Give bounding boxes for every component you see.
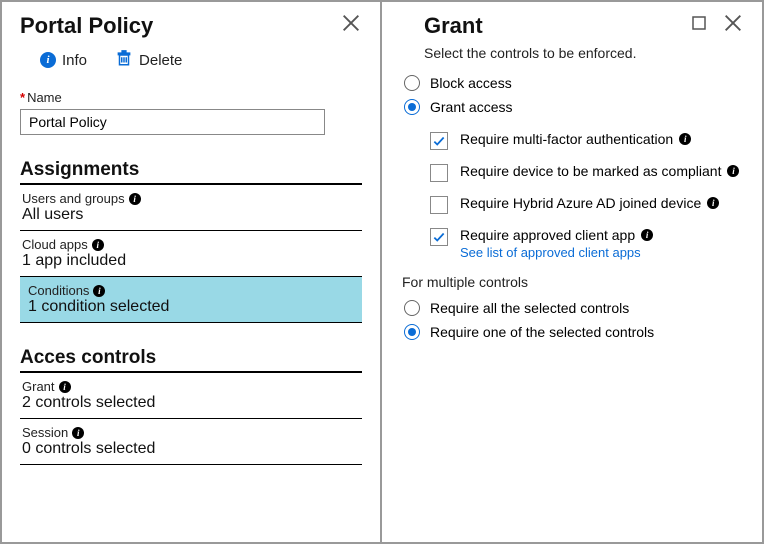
require-all-label: Require all the selected controls: [430, 300, 629, 316]
require-hybrid-checkbox[interactable]: [430, 196, 448, 214]
users-groups-item[interactable]: Users and groups i All users: [20, 185, 362, 231]
require-approved-checkbox[interactable]: [430, 228, 448, 246]
require-mfa-checkbox[interactable]: [430, 132, 448, 150]
info-icon[interactable]: i: [93, 285, 105, 297]
require-hybrid-label: Require Hybrid Azure AD joined device: [460, 195, 701, 211]
info-icon[interactable]: i: [59, 381, 71, 393]
radio-icon: [404, 300, 420, 316]
close-icon[interactable]: [340, 12, 362, 39]
radio-icon: [404, 324, 420, 340]
cloud-apps-item[interactable]: Cloud apps i 1 app included: [20, 231, 362, 277]
info-icon[interactable]: i: [641, 229, 653, 241]
cloud-apps-value: 1 app included: [22, 252, 360, 270]
grant-label: Grant: [22, 379, 55, 394]
cloud-apps-label: Cloud apps: [22, 237, 88, 252]
delete-label: Delete: [139, 52, 182, 69]
name-input[interactable]: [20, 109, 325, 135]
grant-panel: Grant Select the controls to be enforced…: [382, 2, 762, 542]
grant-access-label: Grant access: [430, 99, 512, 115]
info-icon[interactable]: i: [129, 193, 141, 205]
delete-button[interactable]: Delete: [115, 49, 182, 71]
users-groups-value: All users: [22, 206, 360, 224]
info-label: Info: [62, 52, 87, 69]
info-button[interactable]: i Info: [40, 49, 87, 71]
info-icon[interactable]: i: [72, 427, 84, 439]
require-mfa-row: Require multi-factor authentication i: [430, 131, 744, 149]
close-icon[interactable]: [722, 12, 744, 39]
conditions-value: 1 condition selected: [28, 298, 354, 316]
maximize-icon[interactable]: [690, 14, 708, 37]
session-value: 0 controls selected: [22, 440, 360, 458]
info-icon[interactable]: i: [727, 165, 739, 177]
conditions-label: Conditions: [28, 283, 89, 298]
session-label: Session: [22, 425, 68, 440]
approved-apps-link[interactable]: See list of approved client apps: [460, 245, 653, 260]
radio-icon: [404, 99, 420, 115]
info-icon: i: [40, 52, 56, 68]
require-all-radio[interactable]: Require all the selected controls: [404, 300, 744, 316]
conditions-item[interactable]: Conditions i 1 condition selected: [20, 277, 362, 323]
info-icon[interactable]: i: [707, 197, 719, 209]
require-mfa-label: Require multi-factor authentication: [460, 131, 673, 147]
session-item[interactable]: Session i 0 controls selected: [20, 419, 362, 465]
require-compliant-checkbox[interactable]: [430, 164, 448, 182]
require-approved-row: Require approved client app i See list o…: [430, 227, 744, 260]
info-icon[interactable]: i: [92, 239, 104, 251]
policy-panel: Portal Policy i Info Delete *Name: [2, 2, 382, 542]
access-controls-section-title: Acces controls: [20, 347, 362, 373]
grant-access-radio[interactable]: Grant access: [404, 99, 744, 115]
block-access-radio[interactable]: Block access: [404, 75, 744, 91]
require-one-label: Require one of the selected controls: [430, 324, 654, 340]
grant-item[interactable]: Grant i 2 controls selected: [20, 373, 362, 419]
assignments-section-title: Assignments: [20, 159, 362, 185]
require-approved-label: Require approved client app: [460, 227, 635, 243]
require-compliant-label: Require device to be marked as compliant: [460, 163, 721, 179]
panel-subtitle: Select the controls to be enforced.: [424, 45, 744, 61]
panel-title: Portal Policy: [20, 13, 153, 39]
block-access-label: Block access: [430, 75, 512, 91]
require-compliant-row: Require device to be marked as compliant…: [430, 163, 744, 181]
require-hybrid-row: Require Hybrid Azure AD joined device i: [430, 195, 744, 213]
required-star: *: [20, 90, 25, 105]
grant-value: 2 controls selected: [22, 394, 360, 412]
radio-icon: [404, 75, 420, 91]
multiple-controls-label: For multiple controls: [402, 274, 744, 290]
panel-title: Grant: [424, 13, 483, 39]
info-icon[interactable]: i: [679, 133, 691, 145]
name-field-label: *Name: [20, 90, 362, 105]
trash-icon: [115, 49, 133, 71]
require-one-radio[interactable]: Require one of the selected controls: [404, 324, 744, 340]
users-groups-label: Users and groups: [22, 191, 125, 206]
